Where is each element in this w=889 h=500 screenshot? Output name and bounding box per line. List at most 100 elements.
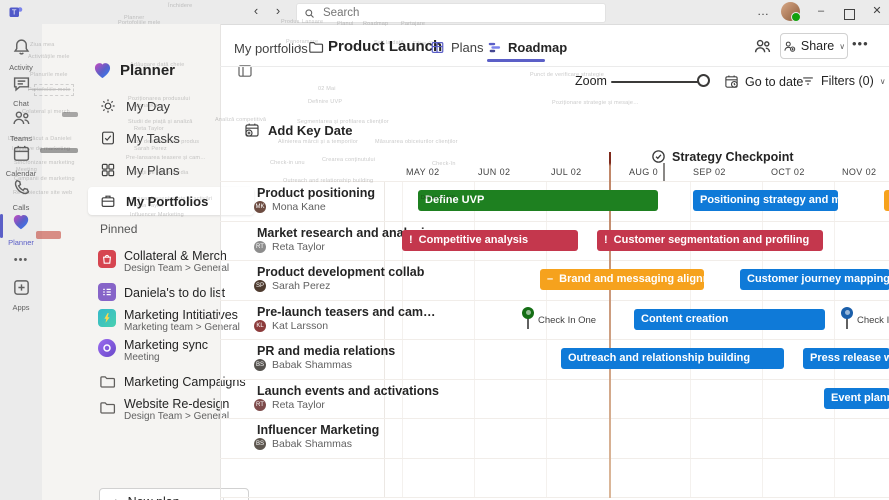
- bar-label: Positioning strategy and mess…: [700, 194, 838, 206]
- assignee-name: Reta Taylor: [272, 399, 325, 411]
- roadmap-bar[interactable]: Press release writing: [803, 348, 889, 369]
- chevron-right-icon: ›: [298, 41, 302, 53]
- sidebar-item-my-tasks[interactable]: My Tasks: [88, 124, 254, 152]
- sun-icon: [100, 98, 116, 114]
- sidebar-item-my-plans[interactable]: My Plans: [88, 156, 254, 184]
- minimize-button[interactable]: –: [810, 1, 832, 21]
- pinned-item[interactable]: Marketing syncMeeting: [88, 338, 256, 368]
- task-title[interactable]: Product positioning: [257, 186, 375, 200]
- calendar-add-icon: [244, 122, 260, 138]
- bar-label: Outreach and relationship building: [568, 352, 750, 364]
- zoom-slider-handle[interactable]: [697, 74, 710, 87]
- rail-item-planner[interactable]: Planner: [0, 212, 42, 247]
- planner-logo-icon: [92, 60, 113, 81]
- row-separator: [220, 300, 889, 301]
- search-icon: [304, 8, 315, 19]
- rail-item-calls[interactable]: Calls: [0, 178, 42, 212]
- dash-status-icon: –: [547, 273, 553, 285]
- filters-button[interactable]: Filters (0) ∨: [801, 74, 886, 88]
- sidebar-item-label: My Portfolios: [126, 194, 208, 209]
- header-more-button[interactable]: •••: [852, 36, 869, 51]
- month-label: NOV 02: [842, 167, 876, 177]
- task-assignee: KL Kat Larsson: [254, 320, 328, 332]
- chat-icon: [12, 74, 31, 93]
- roadmap-bar[interactable]: !Customer segmentation and profiling: [597, 230, 823, 251]
- maximize-button[interactable]: [838, 7, 860, 27]
- rail-item-apps[interactable]: Apps: [0, 278, 42, 312]
- assignee-name: Mona Kane: [272, 201, 326, 213]
- pinned-item[interactable]: Marketing IntitiativesMarketing team > G…: [88, 308, 256, 338]
- pin-label: Check In: [857, 315, 889, 326]
- ghost-text: 02 Mai: [318, 86, 336, 92]
- pin-head-icon: [841, 307, 853, 319]
- sidebar-item-my-day[interactable]: My Day: [88, 92, 254, 120]
- pinned-item[interactable]: Collateral & MerchDesign Team > General: [88, 249, 256, 279]
- task-title[interactable]: Product development collab: [257, 265, 424, 279]
- members-icon[interactable]: [753, 37, 772, 56]
- go-to-date-label: Go to date: [745, 75, 803, 89]
- rail-item-calendar[interactable]: Calendar: [0, 144, 42, 178]
- row-separator: [220, 458, 889, 459]
- rail-item-activity[interactable]: Activity: [0, 38, 42, 72]
- search-box[interactable]: [296, 3, 606, 23]
- roadmap-bar[interactable]: –Brand and messaging alignment: [540, 269, 704, 290]
- task-title[interactable]: Influencer Marketing: [257, 423, 379, 437]
- roadmap-bar[interactable]: Customer journey mapping: [740, 269, 889, 290]
- pinned-item-subtitle: Meeting: [124, 352, 160, 363]
- filter-icon: [801, 74, 815, 88]
- app-title: Planner: [120, 62, 175, 79]
- pinned-item-subtitle: Design Team > General: [124, 263, 229, 274]
- breadcrumb[interactable]: My portfolios: [234, 41, 308, 56]
- share-button[interactable]: Share ∨: [780, 33, 848, 59]
- tab-plans[interactable]: Plans: [430, 40, 484, 55]
- roadmap-bar[interactable]: Event planning: [824, 388, 889, 409]
- zoom-slider-track[interactable]: [611, 81, 708, 83]
- avatar[interactable]: [781, 2, 800, 21]
- task-title[interactable]: Pre-launch teasers and cam…: [257, 305, 436, 319]
- roadmap-bar[interactable]: !Competitive analysis: [402, 230, 578, 251]
- apps-icon: [12, 278, 31, 297]
- new-plan-button[interactable]: + New plan ∨: [99, 488, 249, 500]
- titlebar-more-button[interactable]: …: [757, 4, 770, 18]
- row-separator: [220, 221, 889, 222]
- roadmap-bar[interactable]: Outreach and relationship building: [561, 348, 784, 369]
- task-title[interactable]: Launch events and activations: [257, 384, 439, 398]
- go-to-date-button[interactable]: Go to date: [724, 74, 803, 89]
- plans-grid-icon: [430, 40, 445, 55]
- plus-icon: +: [112, 495, 120, 500]
- row-separator: [220, 260, 889, 261]
- pinned-item[interactable]: Website Re-designDesign Team > General: [88, 397, 256, 427]
- ghost-text: Poziționare strategie și mesaje…: [552, 100, 639, 106]
- rail-item-teams[interactable]: Teams: [0, 109, 42, 143]
- roadmap-bar[interactable]: Define UVP: [418, 190, 658, 211]
- search-input[interactable]: [321, 6, 598, 20]
- roadmap-bar[interactable]: Positioning strategy and mess…: [693, 190, 838, 211]
- rail-item-chat[interactable]: Chat: [0, 74, 42, 108]
- pinned-item-subtitle: Marketing team > General: [124, 322, 240, 333]
- grid-top-line: [220, 181, 889, 182]
- bar-label: Brand and messaging alignment: [559, 273, 704, 285]
- loop-purple-icon: [98, 339, 116, 357]
- filters-label: Filters (0): [821, 74, 874, 88]
- tab-roadmap[interactable]: Roadmap: [487, 40, 567, 55]
- assignee-name: Reta Taylor: [272, 241, 325, 253]
- add-key-date-button[interactable]: Add Key Date: [244, 122, 353, 138]
- roadmap-bar[interactable]: Content creation: [634, 309, 825, 330]
- rail-item-more[interactable]: •••: [0, 250, 42, 268]
- task-title[interactable]: PR and media relations: [257, 344, 395, 358]
- assignee-name: Babak Shammas: [272, 359, 352, 371]
- tab-label: Roadmap: [508, 40, 567, 55]
- close-button[interactable]: ✕: [866, 1, 888, 21]
- key-date-marker[interactable]: Strategy Checkpoint: [651, 149, 794, 164]
- roadmap-icon: [487, 40, 502, 55]
- teams-app-rail: ActivityChatTeamsCalendarCallsPlanner •••…: [0, 24, 42, 500]
- nav-forward-button[interactable]: ›: [270, 3, 286, 18]
- roadmap-bar[interactable]: [884, 190, 889, 211]
- sidebar-item-my-portfolios[interactable]: My Portfolios: [88, 187, 254, 215]
- nav-back-button[interactable]: ‹: [248, 3, 264, 18]
- assignee-avatar: KL: [254, 320, 266, 332]
- bar-label: Define UVP: [425, 194, 484, 206]
- month-label: JUN 02: [478, 167, 510, 177]
- assignee-name: Kat Larsson: [272, 320, 328, 332]
- pinned-item-title: Marketing Campaigns: [124, 375, 246, 389]
